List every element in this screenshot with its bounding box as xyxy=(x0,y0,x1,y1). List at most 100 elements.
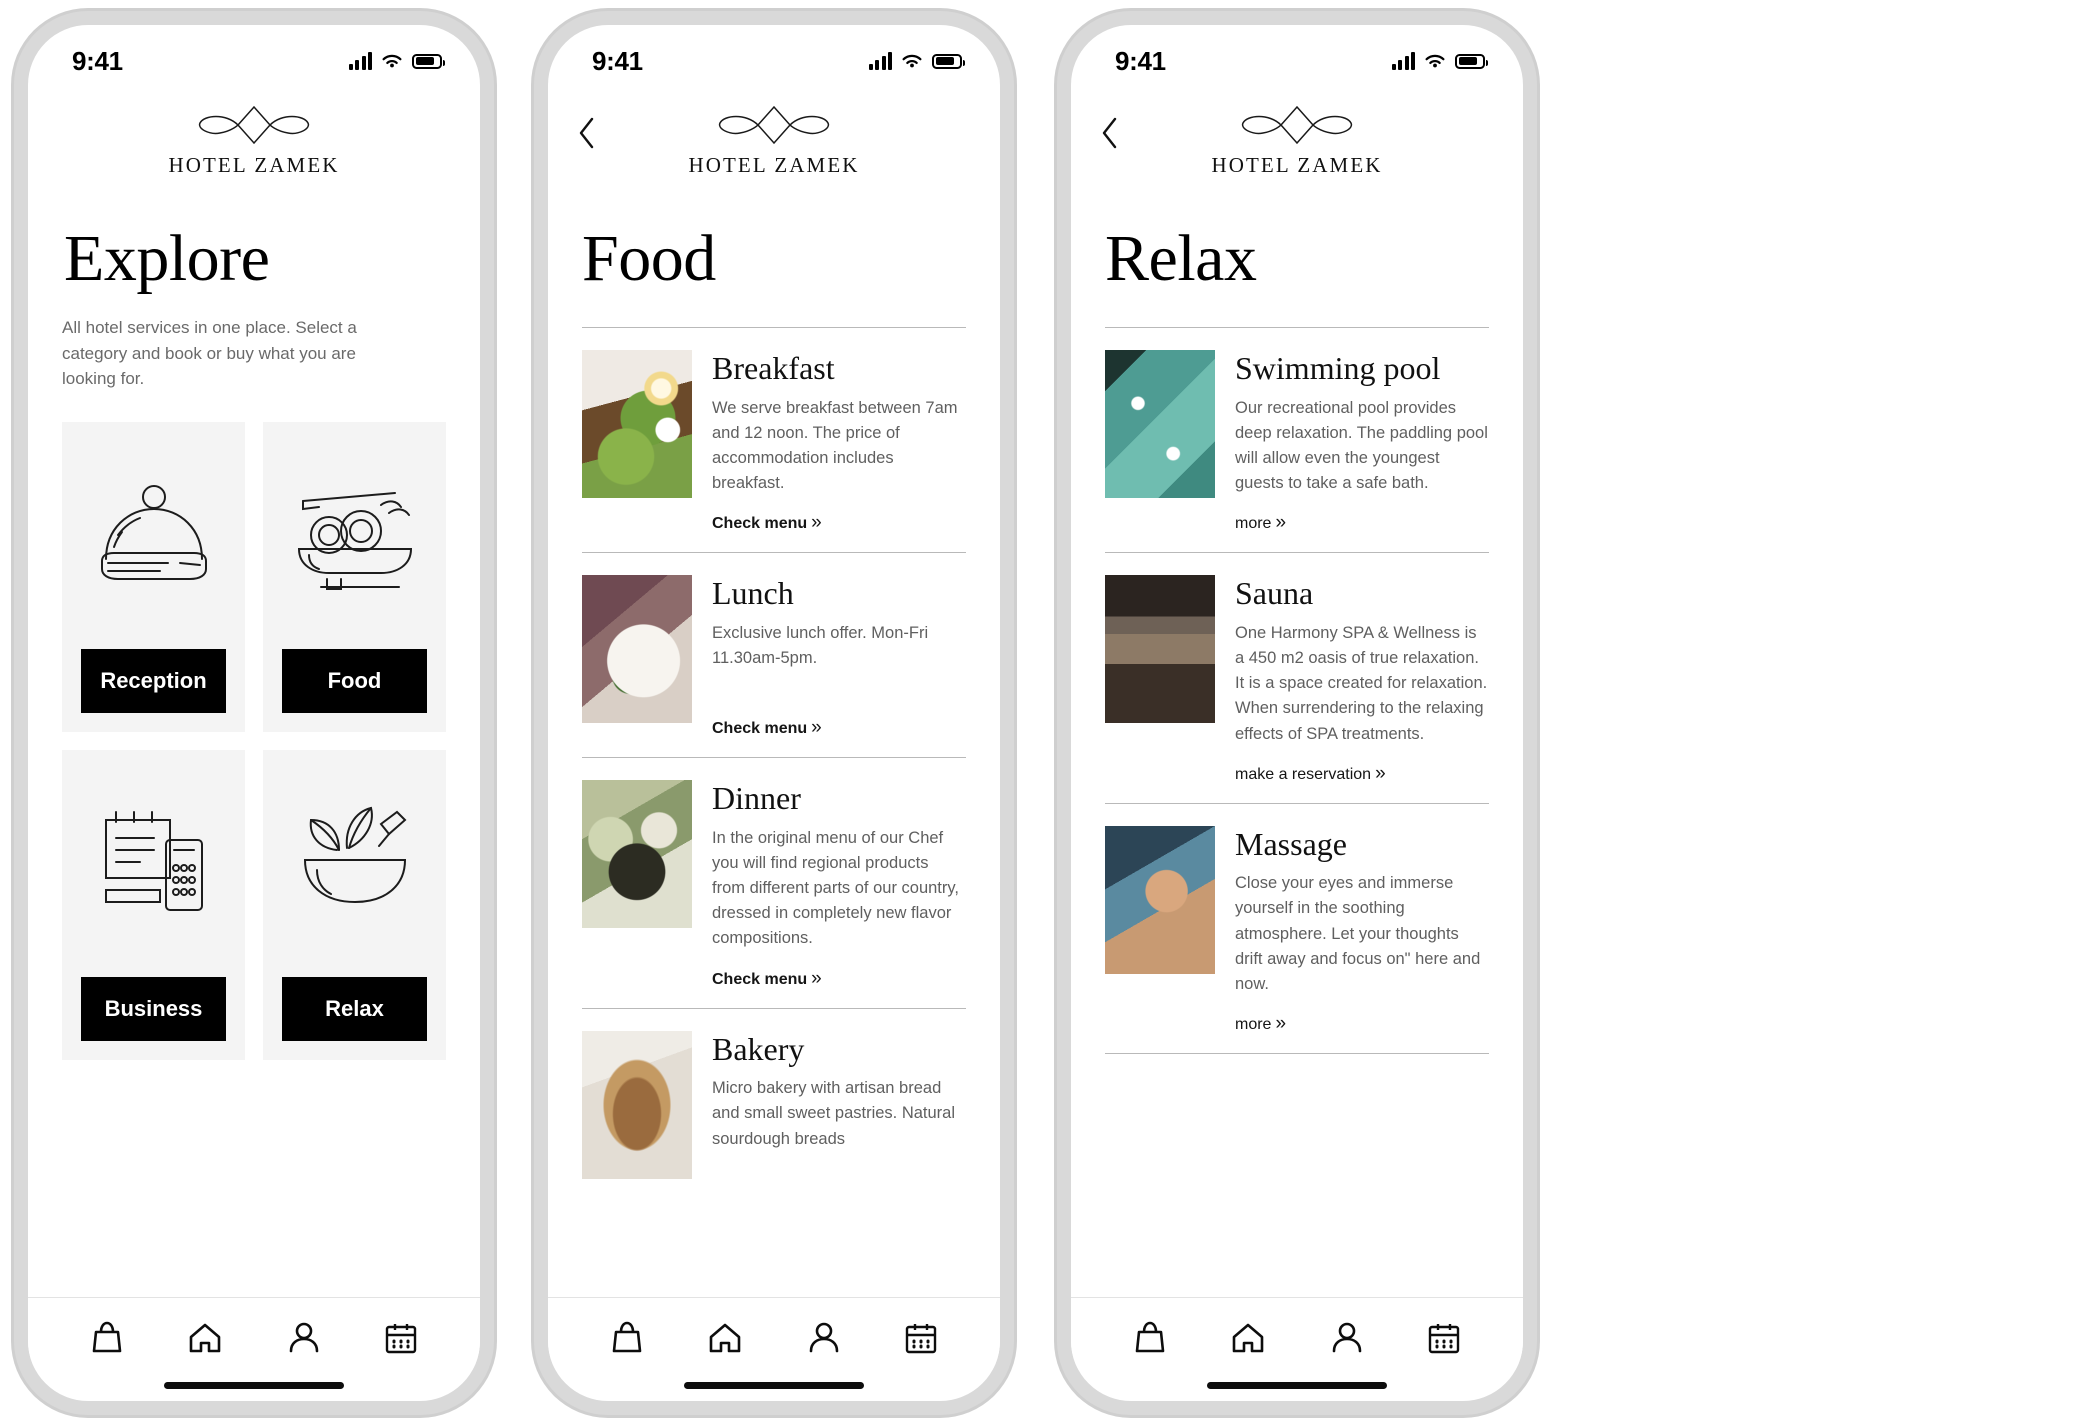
cellular-bars-icon xyxy=(348,52,372,70)
check-menu-link[interactable]: Check menu» xyxy=(712,968,822,990)
page-title: Food xyxy=(582,222,716,295)
food-list: Breakfast We serve breakfast between 7am… xyxy=(582,327,966,1196)
tab-bar xyxy=(1071,1297,1523,1368)
double-chevron-right-icon: » xyxy=(1275,512,1287,534)
double-chevron-right-icon: » xyxy=(811,717,822,739)
category-tile-business[interactable]: Business xyxy=(62,749,245,1060)
link-label: Check menu xyxy=(712,720,808,738)
list-item[interactable]: Dinner In the original menu of our Chef … xyxy=(582,757,966,1007)
make-reservation-link[interactable]: make a reservation» xyxy=(1235,763,1386,785)
status-bar: 9:41 xyxy=(28,25,480,87)
mortar-pestle-herbs-icon xyxy=(263,750,446,977)
screen-food: 9:41 HOTEL ZAMEK Food Breakfast We serve… xyxy=(548,25,1000,1401)
list-item[interactable]: Bakery Micro bakery with artisan bread a… xyxy=(582,1007,966,1197)
list-item[interactable]: Swimming pool Our recreational pool prov… xyxy=(1105,327,1489,552)
home-indicator xyxy=(1207,1382,1387,1389)
item-title: Massage xyxy=(1235,825,1347,862)
tab-profile[interactable] xyxy=(807,1320,841,1356)
status-time: 9:41 xyxy=(72,45,123,76)
item-description: Micro bakery with artisan bread and smal… xyxy=(712,1079,956,1148)
list-item[interactable]: Sauna One Harmony SPA & Wellness is a 45… xyxy=(1105,552,1489,802)
dinner-thumbnail xyxy=(582,780,692,929)
page-title: Relax xyxy=(1105,222,1257,295)
status-indicators xyxy=(348,52,445,70)
status-time: 9:41 xyxy=(592,45,643,76)
tab-home[interactable] xyxy=(707,1320,743,1356)
category-tile-reception[interactable]: Reception xyxy=(62,421,245,732)
category-tile-label: Relax xyxy=(282,976,427,1041)
battery-icon xyxy=(932,53,965,69)
breakfast-thumbnail xyxy=(582,350,692,499)
brand-header: HOTEL ZAMEK xyxy=(28,87,480,186)
tab-shop[interactable] xyxy=(610,1320,644,1356)
item-description: Close your eyes and immerse yourself in … xyxy=(1235,874,1481,993)
category-tile-label: Food xyxy=(282,648,427,713)
tab-home[interactable] xyxy=(187,1320,223,1356)
more-link[interactable]: more» xyxy=(1235,512,1286,534)
category-tile-label: Reception xyxy=(81,648,226,713)
relax-list: Swimming pool Our recreational pool prov… xyxy=(1105,327,1489,1054)
tab-shop[interactable] xyxy=(90,1320,124,1356)
check-menu-link[interactable]: Check menu» xyxy=(712,512,822,534)
link-label: Check menu xyxy=(712,970,808,988)
tab-bookings[interactable] xyxy=(384,1320,418,1356)
tab-profile[interactable] xyxy=(287,1320,321,1356)
link-label: Check menu xyxy=(712,515,808,533)
list-bottom-divider xyxy=(1105,1052,1489,1054)
phone-relax: 9:41 HOTEL ZAMEK Relax Swimming pool Our… xyxy=(1048,2,1546,1424)
home-indicator xyxy=(684,1382,864,1389)
item-title: Dinner xyxy=(712,780,801,817)
back-button[interactable] xyxy=(574,111,610,155)
screen-relax: 9:41 HOTEL ZAMEK Relax Swimming pool Our… xyxy=(1071,25,1523,1401)
status-time: 9:41 xyxy=(1115,45,1166,76)
wifi-icon xyxy=(1425,54,1445,68)
tab-bar xyxy=(28,1297,480,1368)
double-chevron-right-icon: » xyxy=(811,967,822,989)
screen-explore: 9:41 HOTEL ZAMEK Explore All hotel servi… xyxy=(28,25,480,1401)
category-tile-relax[interactable]: Relax xyxy=(263,749,446,1060)
pasta-plate-icon xyxy=(263,422,446,649)
phone-explore: 9:41 HOTEL ZAMEK Explore All hotel servi… xyxy=(5,2,503,1424)
status-bar: 9:41 xyxy=(548,25,1000,87)
item-title: Sauna xyxy=(1235,575,1314,612)
item-description: Our recreational pool provides deep rela… xyxy=(1235,399,1488,493)
page-body-relax: Relax Swimming pool Our recreational poo… xyxy=(1071,186,1523,1297)
three-phone-mockup: 9:41 HOTEL ZAMEK Explore All hotel servi… xyxy=(0,0,2076,1426)
phone-food: 9:41 HOTEL ZAMEK Food Breakfast We serve… xyxy=(525,2,1023,1424)
status-indicators xyxy=(1391,52,1488,70)
tab-bookings[interactable] xyxy=(1427,1320,1461,1356)
ornament-flourish-diamond-icon xyxy=(1241,105,1353,145)
double-chevron-right-icon: » xyxy=(1275,1012,1287,1034)
cloche-dome-icon xyxy=(62,422,245,649)
page-body-food: Food Breakfast We serve breakfast betwee… xyxy=(548,186,1000,1297)
bakery-thumbnail xyxy=(582,1030,692,1179)
list-item[interactable]: Breakfast We serve breakfast between 7am… xyxy=(582,327,966,552)
brand-header: HOTEL ZAMEK xyxy=(548,87,1000,186)
cellular-bars-icon xyxy=(1391,52,1415,70)
tab-bookings[interactable] xyxy=(904,1320,938,1356)
item-title: Breakfast xyxy=(712,350,835,387)
category-grid: Reception Food Business Relax xyxy=(62,421,446,1060)
brand-name: HOTEL ZAMEK xyxy=(168,153,340,177)
link-label: make a reservation xyxy=(1235,765,1372,783)
swimming-pool-thumbnail xyxy=(1105,350,1215,499)
list-item[interactable]: Massage Close your eyes and immerse your… xyxy=(1105,802,1489,1053)
check-menu-link[interactable]: Check menu» xyxy=(712,717,822,739)
status-bar: 9:41 xyxy=(1071,25,1523,87)
tab-bar xyxy=(548,1297,1000,1368)
tab-shop[interactable] xyxy=(1133,1320,1167,1356)
category-tile-label: Business xyxy=(81,976,226,1041)
item-title: Bakery xyxy=(712,1030,805,1067)
brand-name: HOTEL ZAMEK xyxy=(688,153,860,177)
battery-icon xyxy=(412,53,445,69)
page-subtitle: All hotel services in one place. Select … xyxy=(62,318,357,389)
tab-home[interactable] xyxy=(1230,1320,1266,1356)
brand-header: HOTEL ZAMEK xyxy=(1071,87,1523,186)
status-indicators xyxy=(868,52,965,70)
link-label: more xyxy=(1235,1015,1272,1033)
list-item[interactable]: Lunch Exclusive lunch offer. Mon-Fri 11.… xyxy=(582,552,966,757)
tab-profile[interactable] xyxy=(1330,1320,1364,1356)
more-link[interactable]: more» xyxy=(1235,1013,1286,1035)
back-button[interactable] xyxy=(1097,111,1133,155)
category-tile-food[interactable]: Food xyxy=(263,421,446,732)
